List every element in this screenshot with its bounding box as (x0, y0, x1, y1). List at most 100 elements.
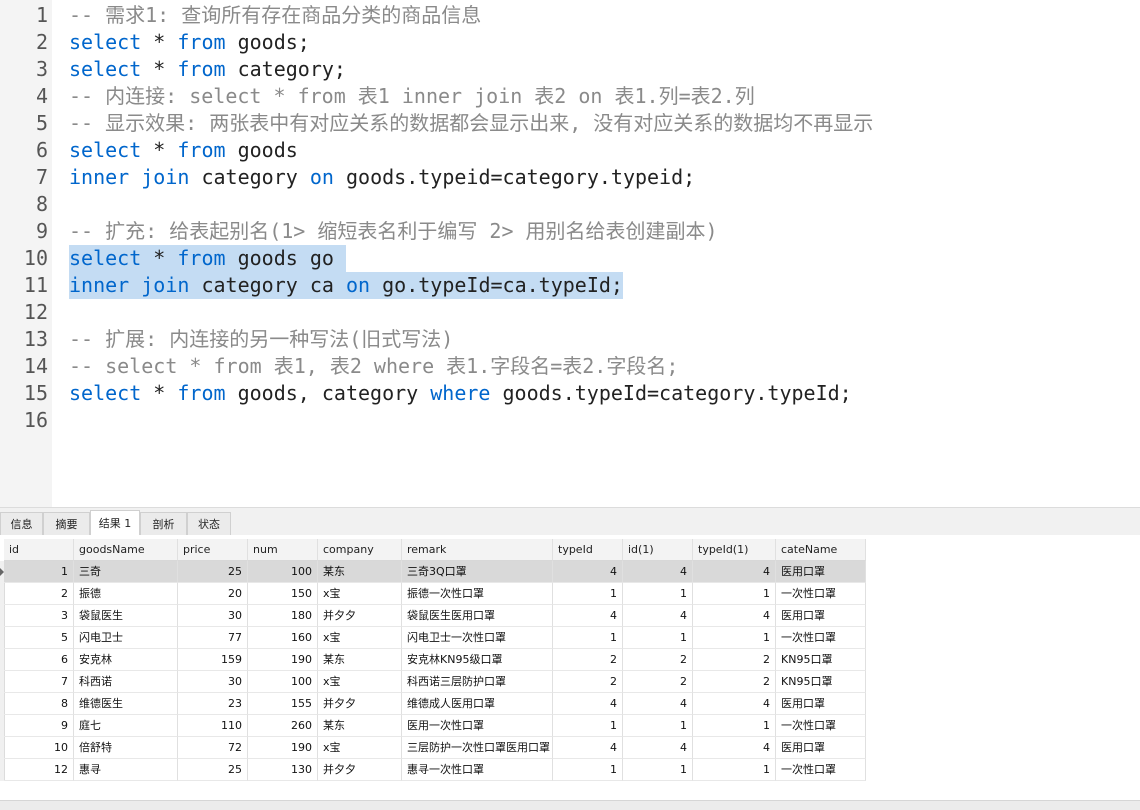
table-cell[interactable]: 5 (4, 627, 74, 649)
table-cell[interactable]: 1 (553, 715, 623, 737)
table-cell[interactable]: 4 (693, 561, 776, 583)
table-cell[interactable]: 180 (248, 605, 318, 627)
table-cell[interactable]: 4 (693, 693, 776, 715)
code-line[interactable]: 4 -- 内连接: select * from 表1 inner join 表2 … (0, 83, 1140, 110)
table-cell[interactable]: 维德医生 (74, 693, 178, 715)
table-cell[interactable]: 1 (693, 715, 776, 737)
table-cell[interactable]: 130 (248, 759, 318, 781)
table-cell[interactable]: 159 (178, 649, 248, 671)
table-cell[interactable]: 闪电卫士一次性口罩 (402, 627, 553, 649)
table-cell[interactable]: 一次性口罩 (776, 715, 866, 737)
table-cell[interactable]: 振德一次性口罩 (402, 583, 553, 605)
table-cell[interactable]: 1 (623, 627, 693, 649)
table-cell[interactable]: 某东 (318, 715, 402, 737)
column-header[interactable]: num (248, 539, 318, 561)
table-cell[interactable]: 3 (4, 605, 74, 627)
table-cell[interactable]: 1 (693, 627, 776, 649)
table-cell[interactable]: 4 (623, 737, 693, 759)
table-cell[interactable]: 4 (553, 561, 623, 583)
table-cell[interactable]: 医用口罩 (776, 561, 866, 583)
table-cell[interactable]: 医用口罩 (776, 737, 866, 759)
column-header[interactable]: price (178, 539, 248, 561)
code-line[interactable]: 10 select * from goods go (0, 245, 1140, 272)
table-cell[interactable]: 闪电卫士 (74, 627, 178, 649)
table-cell[interactable]: 惠寻一次性口罩 (402, 759, 553, 781)
table-cell[interactable]: 2 (623, 649, 693, 671)
table-cell[interactable]: 惠寻 (74, 759, 178, 781)
table-cell[interactable]: 4 (693, 605, 776, 627)
table-cell[interactable]: x宝 (318, 737, 402, 759)
table-cell[interactable]: 10 (4, 737, 74, 759)
table-cell[interactable]: KN95口罩 (776, 649, 866, 671)
table-cell[interactable]: 2 (553, 671, 623, 693)
table-cell[interactable]: x宝 (318, 583, 402, 605)
table-cell[interactable]: 1 (553, 583, 623, 605)
table-cell[interactable]: x宝 (318, 627, 402, 649)
table-cell[interactable]: 一次性口罩 (776, 583, 866, 605)
table-cell[interactable]: 三奇3Q口罩 (402, 561, 553, 583)
table-cell[interactable]: 2 (693, 671, 776, 693)
table-cell[interactable]: 110 (178, 715, 248, 737)
table-cell[interactable]: 4 (623, 605, 693, 627)
code-line[interactable]: 11 inner join category ca on go.typeId=ca… (0, 272, 1140, 299)
code-line[interactable]: 8 (0, 191, 1140, 218)
table-cell[interactable]: 25 (178, 759, 248, 781)
tab-info[interactable]: 信息 (0, 512, 43, 535)
table-cell[interactable]: 7 (4, 671, 74, 693)
table-cell[interactable]: 振德 (74, 583, 178, 605)
table-cell[interactable]: 1 (553, 759, 623, 781)
table-cell[interactable]: x宝 (318, 671, 402, 693)
code-line[interactable]: 7 inner join category on goods.typeid=cat… (0, 164, 1140, 191)
table-cell[interactable]: 12 (4, 759, 74, 781)
table-cell[interactable]: 155 (248, 693, 318, 715)
table-cell[interactable]: 倍舒特 (74, 737, 178, 759)
table-cell[interactable]: 1 (693, 759, 776, 781)
code-line[interactable]: 6 select * from goods (0, 137, 1140, 164)
column-header[interactable]: typeId (553, 539, 623, 561)
table-cell[interactable]: 4 (553, 737, 623, 759)
table-cell[interactable]: 100 (248, 561, 318, 583)
code-line[interactable]: 3 select * from category; (0, 56, 1140, 83)
table-cell[interactable]: 一次性口罩 (776, 627, 866, 649)
table-cell[interactable]: 1 (623, 759, 693, 781)
table-cell[interactable]: 2 (693, 649, 776, 671)
table-cell[interactable]: 袋鼠医生 (74, 605, 178, 627)
table-cell[interactable]: 4 (623, 693, 693, 715)
tab-status[interactable]: 状态 (187, 512, 231, 535)
table-cell[interactable]: 并夕夕 (318, 605, 402, 627)
table-cell[interactable]: 1 (4, 561, 74, 583)
table-cell[interactable]: 25 (178, 561, 248, 583)
table-cell[interactable]: 150 (248, 583, 318, 605)
tab-profile[interactable]: 剖析 (140, 512, 187, 535)
table-cell[interactable]: 三层防护一次性口罩医用口罩 (402, 737, 553, 759)
code-line[interactable]: 15 select * from goods, category where go… (0, 380, 1140, 407)
table-cell[interactable]: 4 (623, 561, 693, 583)
result-grid[interactable]: id goodsName price num company remark typeId id… (0, 535, 1140, 800)
column-header[interactable]: goodsName (74, 539, 178, 561)
table-cell[interactable]: 1 (553, 627, 623, 649)
table-cell[interactable]: 190 (248, 649, 318, 671)
table-cell[interactable]: 袋鼠医生医用口罩 (402, 605, 553, 627)
code-line[interactable]: 2 select * from goods; (0, 29, 1140, 56)
table-cell[interactable]: 并夕夕 (318, 759, 402, 781)
column-header[interactable]: cateName (776, 539, 866, 561)
table-cell[interactable]: 某东 (318, 561, 402, 583)
code-line[interactable]: 12 (0, 299, 1140, 326)
table-cell[interactable]: 100 (248, 671, 318, 693)
table-cell[interactable]: 1 (623, 583, 693, 605)
table-cell[interactable]: 20 (178, 583, 248, 605)
table-cell[interactable]: 一次性口罩 (776, 759, 866, 781)
code-line[interactable]: 14 -- select * from 表1, 表2 where 表1.字段名=表… (0, 353, 1140, 380)
table-cell[interactable]: 医用口罩 (776, 693, 866, 715)
table-cell[interactable]: 9 (4, 715, 74, 737)
table-cell[interactable]: 8 (4, 693, 74, 715)
code-line[interactable]: 9 -- 扩充: 给表起别名(1> 缩短表名利于编写 2> 用别名给表创建副本) (0, 218, 1140, 245)
table-cell[interactable]: 260 (248, 715, 318, 737)
table-cell[interactable]: 安克林 (74, 649, 178, 671)
code-line[interactable]: 5 -- 显示效果: 两张表中有对应关系的数据都会显示出来, 没有对应关系的数据均… (0, 110, 1140, 137)
code-line[interactable]: 1 -- 需求1: 查询所有存在商品分类的商品信息 (0, 2, 1140, 29)
table-cell[interactable]: 医用一次性口罩 (402, 715, 553, 737)
table-cell[interactable]: 4 (693, 737, 776, 759)
tab-result-1[interactable]: 结果 1 (90, 510, 140, 536)
table-cell[interactable]: 4 (553, 693, 623, 715)
